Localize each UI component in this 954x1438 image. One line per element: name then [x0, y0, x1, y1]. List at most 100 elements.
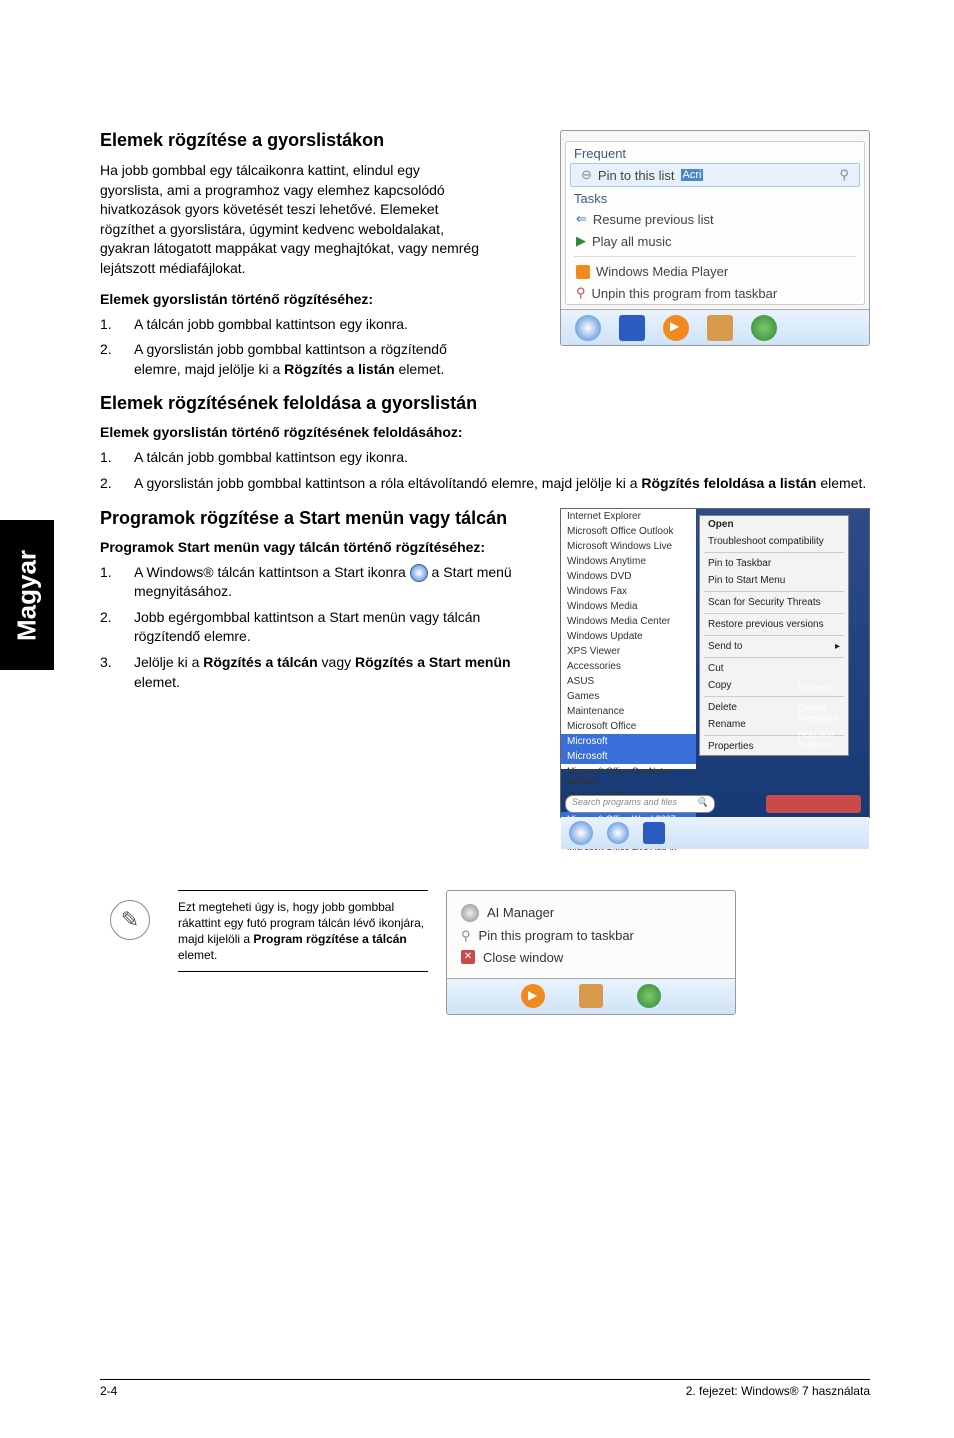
- sec1-step2c: elemet.: [395, 361, 445, 377]
- sec3-step1: 1. A Windows® tálcán kattintson a Start …: [100, 563, 540, 602]
- taskbar-folder-icon[interactable]: [707, 315, 733, 341]
- taskbar-word-icon[interactable]: [619, 315, 645, 341]
- nb-close[interactable]: ✕ Close window: [461, 947, 721, 968]
- sm-left-mediac[interactable]: Windows Media Center: [561, 614, 696, 629]
- sm-left-dvd[interactable]: Windows DVD: [561, 569, 696, 584]
- note-text2: Program rögzítése a tálcán: [253, 932, 406, 946]
- ctx-pin-taskbar[interactable]: Pin to Taskbar: [700, 555, 848, 572]
- nb-wmp-icon[interactable]: [521, 984, 545, 1008]
- sm-left-outlook[interactable]: Microsoft Office Outlook: [561, 524, 696, 539]
- sm-left-moffice2[interactable]: Microsoft: [561, 734, 696, 749]
- sm-left-moffice[interactable]: Microsoft Office: [561, 719, 696, 734]
- sec2-step1-text: A tálcán jobb gombbal kattintson egy iko…: [134, 448, 870, 468]
- sec1-step1-text: A tálcán jobb gombbal kattintson egy iko…: [134, 315, 480, 335]
- sm-right-default[interactable]: Default Programs: [798, 703, 865, 723]
- wmp-icon: [576, 265, 590, 279]
- ctx-pin-start[interactable]: Pin to Start Menu: [700, 572, 848, 589]
- sec1-step2-text: A gyorslistán jobb gombbal kattintson a …: [134, 340, 480, 379]
- sec3-step3c: vagy: [318, 654, 355, 670]
- jumplist-app-name[interactable]: Windows Media Player: [566, 261, 864, 282]
- resume-icon: ⇐: [576, 211, 587, 227]
- taskbar: [561, 309, 869, 345]
- sm-left-anytime[interactable]: Windows Anytime: [561, 554, 696, 569]
- wmp-label: Windows Media Player: [596, 264, 728, 279]
- sec2-sub: Elemek gyorslistán történő rögzítésének …: [100, 424, 870, 440]
- ctx-sendto[interactable]: Send to▸: [700, 638, 848, 655]
- sec3-step2-text: Jobb egérgombbal kattintson a Start menü…: [134, 608, 540, 647]
- sec2-step2-text: A gyorslistán jobb gombbal kattintson a …: [134, 474, 870, 494]
- sec2-step2a: A gyorslistán jobb gombbal kattintson a …: [134, 475, 641, 491]
- sm-left-accessories[interactable]: Accessories: [561, 659, 696, 674]
- ctx-open[interactable]: Open: [700, 516, 848, 533]
- ctx-trouble[interactable]: Troubleshoot compatibility: [700, 533, 848, 550]
- sec3-step3d: Rögzítés a Start menün: [355, 654, 511, 670]
- nb-pin-label: Pin this program to taskbar: [479, 928, 634, 943]
- sec3-step2: 2.Jobb egérgombbal kattintson a Start me…: [100, 608, 540, 647]
- ctx-scan[interactable]: Scan for Security Threats: [700, 594, 848, 611]
- sm-left-update[interactable]: Windows Update: [561, 629, 696, 644]
- sec2-step2b: Rögzítés feloldása a listán: [641, 475, 816, 491]
- nb-close-label: Close window: [483, 950, 563, 965]
- sm-left-maintenance[interactable]: Maintenance: [561, 704, 696, 719]
- resume-label: Resume previous list: [593, 212, 714, 227]
- shutdown-button[interactable]: [766, 795, 861, 813]
- sm-left-asus[interactable]: ASUS: [561, 674, 696, 689]
- nb-wmc-icon[interactable]: [637, 984, 661, 1008]
- note-text3: elemet.: [178, 948, 217, 962]
- jumplist-unpin[interactable]: ⚲ Unpin this program from taskbar: [566, 282, 864, 304]
- sm-left-live[interactable]: Microsoft Windows Live: [561, 539, 696, 554]
- sm-left-media[interactable]: Windows Media: [561, 599, 696, 614]
- search-icon: 🔍: [697, 797, 708, 808]
- pin-icon[interactable]: ⚲: [839, 167, 849, 183]
- sec3-step1-text: A Windows® tálcán kattintson a Start iko…: [134, 563, 540, 602]
- sec3-step3-text: Jelölje ki a Rögzítés a tálcán vagy Rögz…: [134, 653, 540, 692]
- sm-right-pictures[interactable]: Pictures: [798, 683, 865, 693]
- nb-taskbar: [447, 978, 735, 1014]
- sec2-heading: Elemek rögzítésének feloldása a gyorslis…: [100, 393, 870, 414]
- sec1-step2b: Rögzítés a listán: [284, 361, 394, 377]
- jumplist-item-pin[interactable]: ⊖ Pin to this list Acri ⚲: [570, 163, 860, 187]
- sec1-step1: 1.A tálcán jobb gombbal kattintson egy i…: [100, 315, 480, 335]
- ctx-restore[interactable]: Restore previous versions: [700, 616, 848, 633]
- pin-icon-2: ⚲: [461, 928, 471, 944]
- jumplist-frequent-header: Frequent: [566, 142, 864, 163]
- chapter-label: 2. fejezet: Windows® 7 használata: [686, 1384, 870, 1398]
- jumplist-tasks-header: Tasks: [566, 187, 864, 208]
- start-orb-icon[interactable]: [569, 821, 593, 845]
- sm-left-moffice3[interactable]: Microsoft: [561, 749, 696, 764]
- taskbar-ie-icon-2[interactable]: [607, 822, 629, 844]
- taskbar-ie-icon[interactable]: [575, 315, 601, 341]
- sec1-para: Ha jobb gombbal egy tálcaikonra kattint,…: [100, 161, 480, 279]
- play-label: Play all music: [592, 234, 671, 249]
- sec3-step3e: elemet.: [134, 674, 180, 690]
- sec3-step1a: A Windows® tálcán kattintson a Start iko…: [134, 564, 410, 580]
- taskbar-context-screenshot: AI Manager ⚲ Pin this program to taskbar…: [446, 890, 736, 1015]
- sec2-step2c: elemet.: [816, 475, 866, 491]
- note-text: Ezt megteheti úgy is, hogy jobb gombbal …: [178, 890, 428, 973]
- jumplist-item-play[interactable]: ▶ Play all music: [566, 230, 864, 252]
- sm-left-ie[interactable]: Internet Explorer: [561, 509, 696, 524]
- unpin-label: Unpin this program from taskbar: [592, 286, 778, 301]
- sm-right-help[interactable]: Help and Support: [798, 729, 865, 749]
- nb-app[interactable]: AI Manager: [461, 901, 721, 925]
- pin-to-list-label: Pin to this list: [598, 168, 675, 183]
- jumplist-item-resume[interactable]: ⇐ Resume previous list: [566, 208, 864, 230]
- taskbar-wmp-icon[interactable]: [663, 315, 689, 341]
- sm-back[interactable]: ◂ Back: [569, 776, 599, 787]
- search-input[interactable]: Search programs and files 🔍: [565, 795, 715, 813]
- play-icon: ▶: [576, 233, 586, 249]
- jumplist-screenshot: Frequent ⊖ Pin to this list Acri ⚲ Tasks…: [560, 130, 870, 346]
- taskbar-word-icon-2[interactable]: [643, 822, 665, 844]
- taskbar-wmc-icon[interactable]: [751, 315, 777, 341]
- nb-folder-icon[interactable]: [579, 984, 603, 1008]
- ctx-cut[interactable]: Cut: [700, 660, 848, 677]
- gear-icon: [461, 904, 479, 922]
- sec3-step3: 3. Jelölje ki a Rögzítés a tálcán vagy R…: [100, 653, 540, 692]
- nb-pin[interactable]: ⚲ Pin this program to taskbar: [461, 925, 721, 947]
- sm-left-xps[interactable]: XPS Viewer: [561, 644, 696, 659]
- startmenu-screenshot: Internet Explorer Microsoft Office Outlo…: [560, 508, 870, 818]
- sm-left-games[interactable]: Games: [561, 689, 696, 704]
- sec3-step3b: Rögzítés a tálcán: [203, 654, 317, 670]
- sec2-step1: 1.A tálcán jobb gombbal kattintson egy i…: [100, 448, 870, 468]
- sm-left-fax[interactable]: Windows Fax: [561, 584, 696, 599]
